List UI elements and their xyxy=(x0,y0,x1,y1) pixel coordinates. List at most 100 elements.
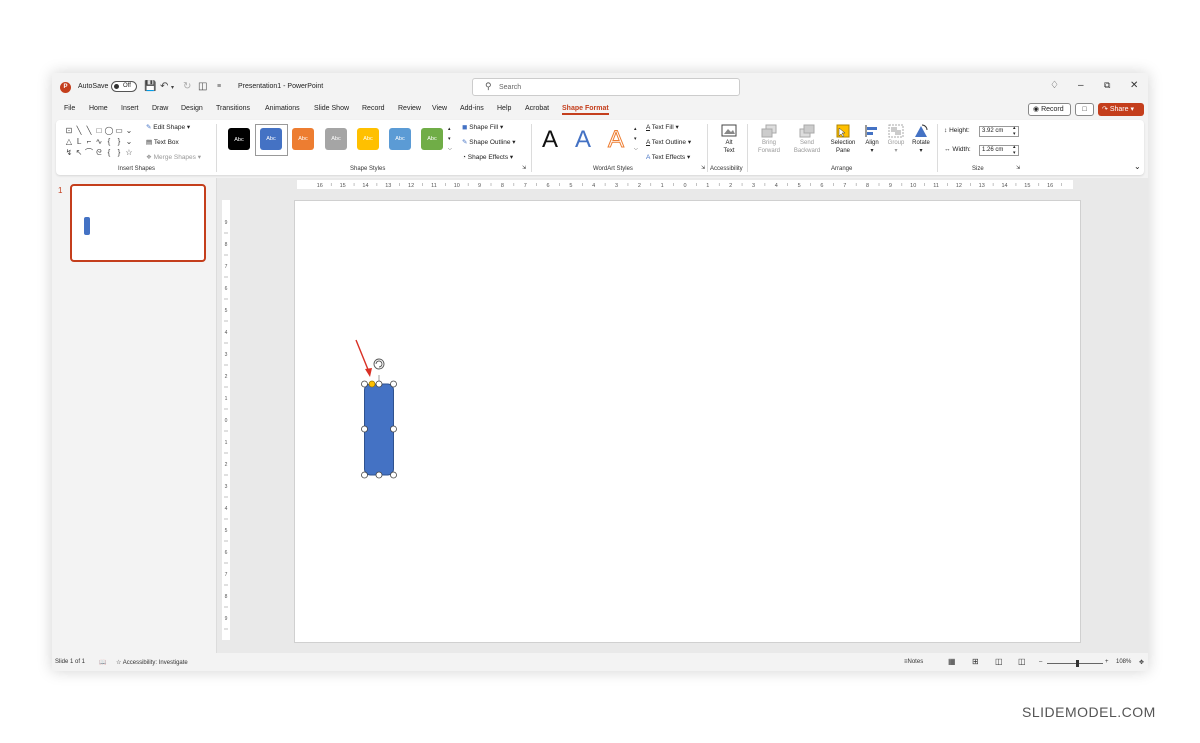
shape-option[interactable]: { xyxy=(104,147,114,158)
resize-handle-left[interactable] xyxy=(361,425,368,433)
shape-option[interactable]: ▭ xyxy=(114,125,124,136)
rotate-button[interactable]: Rotate ▾ xyxy=(909,124,933,155)
fit-to-window-icon[interactable]: ✥ xyxy=(1139,659,1144,666)
zoom-out-icon[interactable]: – xyxy=(1039,659,1042,665)
shape-option[interactable]: } xyxy=(114,147,124,158)
slide-sorter-icon[interactable]: ⊞ xyxy=(972,657,979,666)
shape-option[interactable]: { xyxy=(104,136,114,147)
shape-option[interactable]: ⌄ xyxy=(124,125,134,136)
scroll-down-icon[interactable]: ▾ xyxy=(634,134,638,144)
tab-record[interactable]: Record xyxy=(362,105,385,112)
width-stepper[interactable]: ▴ ▾ xyxy=(1013,144,1016,156)
dialog-launcher-icon[interactable]: ⇲ xyxy=(522,165,526,171)
wordart-style-plain[interactable]: A xyxy=(542,126,558,154)
style-swatch[interactable]: Abc xyxy=(228,128,250,150)
style-swatch[interactable]: Abc xyxy=(325,128,347,150)
wordart-gallery-scroll[interactable]: ▴ ▾ ⌵ xyxy=(634,124,638,154)
corner-adjust-handle[interactable] xyxy=(368,380,376,388)
dialog-launcher-icon[interactable]: ⇲ xyxy=(701,165,705,171)
tab-home[interactable]: Home xyxy=(89,105,108,112)
resize-handle-bottom-left[interactable] xyxy=(361,471,368,479)
resize-handle-bottom[interactable] xyxy=(375,471,383,479)
text-outline-button[interactable]: A Text Outline ▾ xyxy=(646,138,691,146)
redo-icon[interactable]: ↻ xyxy=(183,81,191,92)
tab-animations[interactable]: Animations xyxy=(265,105,300,112)
align-button[interactable]: Align ▾ xyxy=(861,124,883,155)
slide-show-icon[interactable]: ◫ xyxy=(1018,657,1026,666)
tab-view[interactable]: View xyxy=(432,105,447,112)
slide-canvas[interactable] xyxy=(294,200,1081,643)
shape-option[interactable]: ⌄ xyxy=(124,136,134,147)
shape-option[interactable]: ∿ xyxy=(94,136,104,147)
shape-option[interactable]: ◯ xyxy=(104,125,114,136)
shape-effects-button[interactable]: ◔ Shape Effects ▾ xyxy=(462,153,513,161)
edit-shape-button[interactable]: ✎ Edit Shape ▾ xyxy=(146,123,190,131)
tab-help[interactable]: Help xyxy=(497,105,511,112)
shape-option[interactable]: ╲ xyxy=(74,125,84,136)
diamond-icon[interactable]: ♢ xyxy=(1050,80,1059,91)
undo-dropdown-icon[interactable]: ▾ xyxy=(171,84,174,91)
shape-option[interactable]: ☆ xyxy=(124,147,134,158)
shape-option[interactable]: ⊡ xyxy=(64,125,74,136)
tab-file[interactable]: File xyxy=(64,105,75,112)
restore-icon[interactable]: ⧉ xyxy=(1104,80,1110,91)
shape-option[interactable]: ↖ xyxy=(74,147,84,158)
selection-pane-button[interactable]: Selection Pane xyxy=(827,124,859,155)
shape-outline-button[interactable]: ✎ Shape Outline ▾ xyxy=(462,138,516,146)
present-icon[interactable]: ◫ xyxy=(198,81,207,92)
minimize-icon[interactable]: – xyxy=(1078,80,1084,91)
style-swatch[interactable]: Abc xyxy=(260,128,282,150)
tab-shape-format[interactable]: Shape Format xyxy=(562,105,609,115)
wordart-style-outline[interactable]: A xyxy=(607,126,624,154)
rotate-handle-icon[interactable] xyxy=(373,358,385,370)
tab-design[interactable]: Design xyxy=(181,105,203,112)
normal-view-icon[interactable]: ▦ xyxy=(948,657,956,666)
shape-option[interactable]: ↯ xyxy=(64,147,74,158)
resize-handle-right[interactable] xyxy=(390,425,397,433)
save-icon[interactable]: 💾 xyxy=(144,81,156,92)
text-box-button[interactable]: ▤ Text Box xyxy=(146,138,179,146)
shape-option[interactable]: ᒪ xyxy=(74,136,84,147)
tab-add-ins[interactable]: Add-ins xyxy=(460,105,484,112)
style-swatch[interactable]: Abc xyxy=(421,128,443,150)
comments-button[interactable]: □ xyxy=(1075,103,1094,116)
collapse-ribbon-icon[interactable]: ⌄ xyxy=(1134,162,1141,171)
style-swatch[interactable]: Abc xyxy=(292,128,314,150)
merge-shapes-button[interactable]: ❖ Merge Shapes ▾ xyxy=(146,153,201,161)
style-swatch[interactable]: Abc xyxy=(389,128,411,150)
bring-forward-button[interactable]: Bring Forward xyxy=(753,124,785,155)
shape-option[interactable]: ⌐ xyxy=(84,136,94,147)
wordart-style-blue[interactable]: A xyxy=(575,126,591,154)
reading-view-icon[interactable]: ◫ xyxy=(995,657,1003,666)
send-backward-button[interactable]: Send Backward xyxy=(789,124,825,155)
scroll-down-icon[interactable]: ▾ xyxy=(448,134,452,144)
search-box[interactable]: ⚲ Search xyxy=(472,78,740,96)
selected-rounded-rectangle[interactable] xyxy=(364,383,394,476)
autosave-toggle[interactable]: Off xyxy=(111,81,137,92)
customize-qa-icon[interactable]: ≡ xyxy=(217,83,221,90)
resize-handle-top[interactable] xyxy=(375,380,383,388)
tab-insert[interactable]: Insert xyxy=(121,105,139,112)
shape-option[interactable]: △ xyxy=(64,136,74,147)
zoom-slider[interactable] xyxy=(1047,660,1103,667)
zoom-slider-thumb[interactable] xyxy=(1075,660,1079,667)
group-button[interactable]: Group ▾ xyxy=(885,124,907,155)
shape-option[interactable]: ⌒ xyxy=(84,147,94,158)
shape-option[interactable]: ᘓ xyxy=(94,147,104,158)
resize-handle-top-left[interactable] xyxy=(361,380,368,388)
alt-text-button[interactable]: Alt Text xyxy=(715,124,743,155)
scroll-up-icon[interactable]: ▴ xyxy=(448,124,452,134)
resize-handle-top-right[interactable] xyxy=(390,380,397,388)
resize-handle-bottom-right[interactable] xyxy=(390,471,397,479)
tab-slide-show[interactable]: Slide Show xyxy=(314,105,349,112)
text-fill-button[interactable]: A Text Fill ▾ xyxy=(646,123,679,131)
tab-draw[interactable]: Draw xyxy=(152,105,168,112)
share-button[interactable]: ↷ Share ▾ xyxy=(1098,103,1144,116)
gallery-more-icon[interactable]: ⌵ xyxy=(448,144,452,154)
zoom-level[interactable]: 108% xyxy=(1116,659,1131,665)
shape-fill-button[interactable]: ◼ Shape Fill ▾ xyxy=(462,123,503,131)
shape-option[interactable]: ╲ xyxy=(84,125,94,136)
gallery-more-icon[interactable]: ⌵ xyxy=(634,144,638,154)
notes-button[interactable]: ≡Notes xyxy=(904,659,923,665)
shape-option[interactable]: □ xyxy=(94,125,104,136)
